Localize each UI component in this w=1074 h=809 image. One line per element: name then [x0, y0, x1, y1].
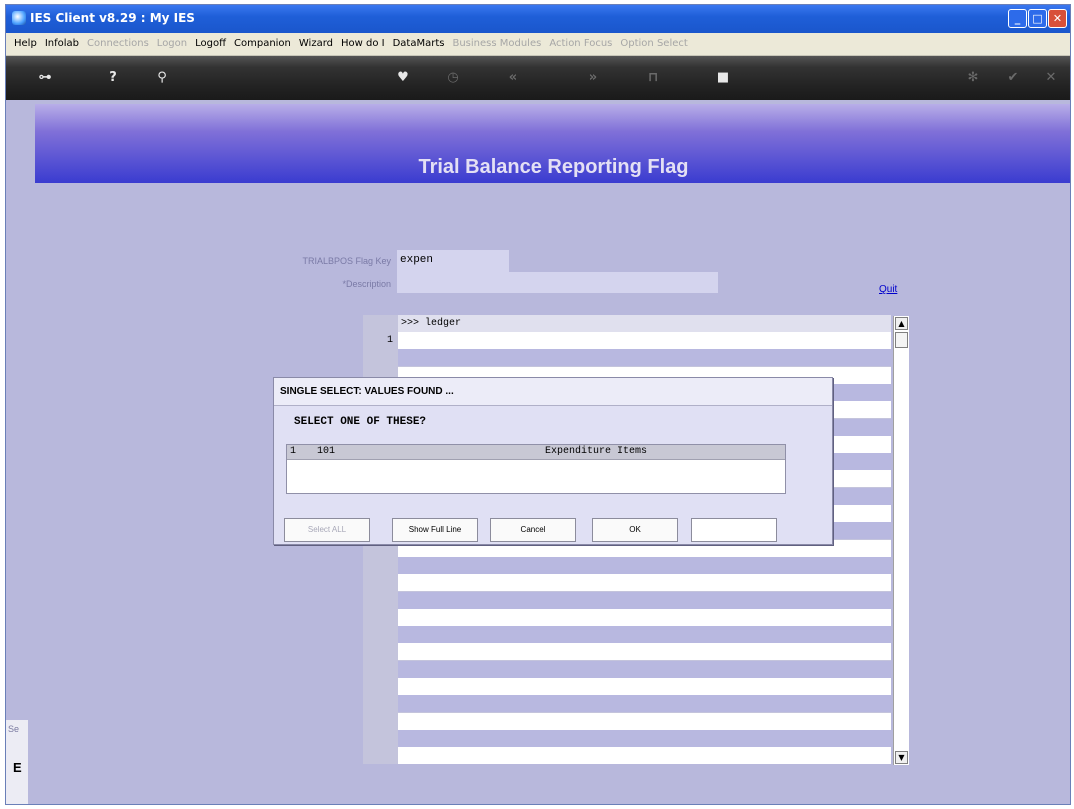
table-row[interactable]: [398, 626, 891, 644]
table-row[interactable]: [398, 349, 891, 367]
menu-item: Business Modules: [452, 38, 542, 49]
dialog-prompt: SELECT ONE OF THESE?: [294, 416, 427, 428]
menu-item: Logon: [156, 38, 188, 49]
table-row[interactable]: [398, 332, 891, 349]
show-full-line-button[interactable]: Show Full Line: [392, 518, 478, 542]
table-row[interactable]: [398, 574, 891, 592]
key-icon[interactable]: ⊶: [30, 70, 60, 86]
quit-link[interactable]: Quit: [879, 284, 897, 295]
tag-icon[interactable]: ⊓: [642, 70, 664, 86]
heart-icon[interactable]: ♥: [392, 70, 414, 86]
list-header: >>> ledger: [398, 315, 891, 332]
table-row[interactable]: [398, 608, 891, 626]
scroll-up-icon[interactable]: ▲: [895, 317, 908, 330]
side-panel-label: Se: [8, 724, 20, 734]
menu-item[interactable]: Logoff: [195, 33, 226, 55]
menu-item[interactable]: Help: [14, 33, 37, 55]
title-bar[interactable]: IES Client v8.29 : My IES _ □ ✕: [6, 5, 1070, 33]
table-row[interactable]: [398, 643, 891, 661]
application-window: IES Client v8.29 : My IES _ □ ✕ Help Info…: [5, 4, 1071, 805]
menu-item: Option Select: [620, 38, 688, 49]
table-row[interactable]: [398, 556, 891, 574]
dialog-title: SINGLE SELECT: VALUES FOUND ...: [274, 378, 832, 406]
description-input[interactable]: [397, 272, 718, 293]
help-icon[interactable]: ?: [102, 70, 124, 86]
cancel-button[interactable]: Cancel: [490, 518, 576, 542]
scroll-thumb[interactable]: [895, 332, 908, 348]
settings-icon[interactable]: ✻: [962, 70, 984, 86]
stop-icon[interactable]: ■: [712, 70, 734, 86]
rewind-icon[interactable]: «: [502, 70, 524, 86]
window-title: IES Client v8.29 : My IES: [30, 11, 195, 25]
menu-item[interactable]: Companion: [234, 33, 291, 55]
fast-forward-icon[interactable]: »: [582, 70, 604, 86]
menu-item[interactable]: DataMarts: [393, 33, 445, 55]
toolbar: ⊶ ? ⚲ ♥ ◷ « » ⊓ ■ ✻ ✔ ✕: [6, 56, 1070, 100]
row-number: 1: [386, 335, 393, 346]
table-row[interactable]: [398, 660, 891, 678]
menu-bar: Help Infolab Connections Logon Logoff Compani…: [6, 33, 1070, 56]
app-logo-icon: [12, 11, 26, 25]
side-panel-letter: E: [13, 760, 22, 775]
menu-item: Action Focus: [549, 38, 613, 49]
flagkey-label: TRIALBPOS Flag Key: [302, 256, 391, 266]
page-title: Trial Balance Reporting Flag: [418, 156, 689, 178]
values-list: 1 101 Expenditure Items: [286, 444, 786, 494]
table-row[interactable]: [398, 729, 891, 747]
list-item[interactable]: 1 101 Expenditure Items: [287, 445, 785, 460]
select-all-button[interactable]: Select ALL: [284, 518, 370, 542]
page-banner: Trial Balance Reporting Flag: [35, 104, 1070, 183]
side-panel: Se E: [6, 720, 28, 804]
search-icon[interactable]: ⚲: [151, 70, 173, 86]
description-label: *Description: [342, 279, 391, 289]
item-number: 1: [290, 446, 297, 457]
flagkey-input[interactable]: expen: [397, 250, 509, 272]
single-select-dialog: SINGLE SELECT: VALUES FOUND ... SELECT O…: [273, 377, 833, 545]
table-row[interactable]: [398, 591, 891, 609]
close-icon[interactable]: ✕: [1040, 70, 1062, 86]
table-row[interactable]: [398, 747, 891, 765]
table-row[interactable]: [398, 678, 891, 695]
item-description: Expenditure Items: [545, 446, 648, 457]
item-code: 101: [317, 446, 336, 457]
list-scrollbar[interactable]: ▲ ▼: [893, 316, 909, 765]
ok-button[interactable]: OK: [592, 518, 678, 542]
menu-item[interactable]: Infolab: [45, 33, 79, 55]
clock-icon[interactable]: ◷: [442, 70, 464, 86]
menu-item: Connections: [87, 38, 149, 49]
table-row[interactable]: [398, 695, 891, 713]
close-window-button[interactable]: ✕: [1048, 9, 1067, 28]
scroll-down-icon[interactable]: ▼: [895, 751, 908, 764]
check-icon[interactable]: ✔: [1002, 70, 1024, 86]
dialog-input[interactable]: [691, 518, 777, 542]
table-row[interactable]: [398, 712, 891, 730]
menu-item[interactable]: How do I: [341, 33, 385, 55]
minimize-button[interactable]: _: [1008, 9, 1027, 28]
maximize-button[interactable]: □: [1028, 9, 1047, 28]
menu-item[interactable]: Wizard: [299, 33, 333, 55]
